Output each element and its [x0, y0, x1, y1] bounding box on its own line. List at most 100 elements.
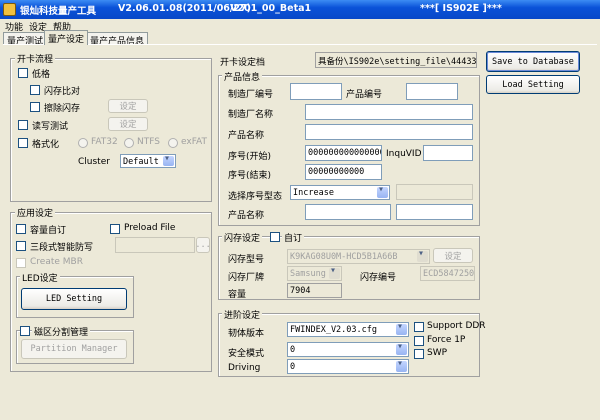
app-settings-title: 应用设定 — [15, 206, 56, 219]
chevron-down-icon — [417, 250, 428, 262]
support-ddr-label: Support DDR — [427, 321, 486, 331]
flash-settings-title: 闪存设定 — [222, 231, 263, 244]
ntfs-label: NTFS — [137, 137, 160, 147]
flash-type-select[interactable]: K9KAG08U0M-HCD5B1A66B — [287, 249, 430, 264]
force-1p-checkbox[interactable] — [414, 336, 424, 346]
product-name2-input[interactable] — [305, 204, 391, 220]
driving-select[interactable]: 0 — [287, 359, 409, 374]
auto-capacity-label: 容量自订 — [30, 226, 67, 236]
product-name2-extra-input[interactable] — [396, 204, 473, 220]
cluster-value: Default — [123, 157, 159, 167]
load-setting-button[interactable]: Load Setting — [486, 75, 580, 94]
save-to-database-button[interactable]: Save to Database — [486, 51, 580, 72]
cluster-label: Cluster — [78, 157, 110, 167]
low-format-label: 低格 — [32, 70, 51, 80]
chevron-down-icon — [329, 267, 340, 279]
flash-vendor-value: Samsung — [290, 269, 326, 279]
firmware-label: 韧体版本 — [228, 329, 265, 339]
serial-end-label: 序号(結束) — [228, 171, 272, 181]
inquvid-label: InquVID — [386, 149, 422, 159]
exfat-label: exFAT — [181, 137, 208, 147]
window-build: V201_00_Beta1 — [230, 3, 312, 14]
three-stage-label: 三段式智能防写 — [30, 243, 94, 253]
swp-label: SWP — [427, 348, 448, 358]
security-value: 0 — [290, 345, 296, 355]
low-format-checkbox[interactable] — [18, 68, 28, 78]
swp-checkbox[interactable] — [414, 349, 424, 359]
flash-custom-label: 自订 — [282, 231, 305, 244]
chevron-down-icon — [377, 186, 388, 198]
vendor-id-input[interactable] — [290, 83, 342, 100]
exfat-radio[interactable] — [168, 138, 178, 148]
serial-end-input[interactable]: 00000000000 — [305, 164, 382, 180]
product-id-input[interactable] — [406, 83, 458, 100]
rw-test-checkbox[interactable] — [18, 120, 28, 130]
flash-set-button[interactable]: 设定 — [433, 248, 473, 263]
create-mbr-checkbox[interactable] — [16, 258, 26, 268]
product-id-label: 产品编号 — [346, 90, 383, 100]
inquvid-input[interactable] — [423, 145, 473, 161]
partition-manager-button[interactable]: Partition Manager — [21, 339, 127, 359]
serial-type-label: 选择序号型态 — [228, 192, 283, 202]
product-name2-label: 产品名称 — [228, 211, 265, 221]
erase-flash-label: 擦除闪存 — [44, 104, 81, 114]
product-name-label: 产品名称 — [228, 131, 265, 141]
product-name-input[interactable] — [305, 124, 473, 140]
flash-custom-checkbox[interactable] — [270, 232, 280, 242]
browse-button[interactable]: ... — [195, 237, 211, 253]
firmware-select[interactable]: FWINDEX_V2.03.cfg — [287, 322, 409, 337]
support-ddr-checkbox[interactable] — [414, 322, 424, 332]
flash-compare-checkbox[interactable] — [30, 85, 40, 95]
serial-type-extra — [396, 184, 473, 200]
chevron-down-icon — [163, 155, 174, 166]
erase-settings-button[interactable]: 设定 — [108, 99, 148, 113]
format-label: 格式化 — [32, 140, 60, 150]
advanced-title: 进阶设定 — [222, 308, 263, 321]
firmware-value: FWINDEX_V2.03.cfg — [290, 325, 377, 335]
serial-start-label: 序号(开始) — [228, 152, 272, 162]
security-select[interactable]: 0 — [287, 342, 409, 357]
capacity-label: 容量 — [228, 290, 247, 300]
led-settings-title: LED设定 — [20, 271, 60, 284]
flash-compare-label: 闪存比对 — [44, 87, 81, 97]
chevron-down-icon — [396, 360, 407, 372]
create-mbr-label: Create MBR — [30, 257, 83, 267]
product-info-title: 产品信息 — [222, 70, 263, 83]
serial-type-select[interactable]: Increase — [290, 185, 390, 200]
three-stage-checkbox[interactable] — [16, 241, 26, 251]
flash-type-value: K9KAG08U0M-HCD5B1A66B — [290, 252, 398, 262]
flash-code-label: 闪存编号 — [360, 273, 397, 283]
window-title: 银灿科技量产工具 — [20, 6, 97, 17]
config-file-path: 具备份\IS902e\setting_file\444333.ini — [315, 52, 477, 68]
card-flow-title: 开卡流程 — [15, 52, 56, 65]
serial-start-input[interactable]: 0000000000000000 — [305, 145, 382, 161]
driving-value: 0 — [290, 362, 296, 372]
tab-divider — [3, 44, 597, 45]
force-1p-label: Force 1P — [427, 335, 466, 345]
chevron-down-icon — [396, 323, 407, 335]
partition-checkbox[interactable] — [20, 326, 30, 336]
fat32-label: FAT32 — [91, 137, 118, 147]
title-bar: 银灿科技量产工具 V2.06.01.08(2011/06/27) V201_00… — [0, 0, 600, 19]
erase-flash-checkbox[interactable] — [30, 102, 40, 112]
flash-vendor-select[interactable]: Samsung — [287, 266, 342, 281]
tab-mass-production-settings[interactable]: 量产设定 — [44, 30, 89, 45]
led-setting-button[interactable]: LED Setting — [21, 288, 127, 310]
capacity-value: 7904 — [287, 283, 342, 298]
rw-test-label: 读写测试 — [32, 122, 69, 132]
flash-type-label: 闪存型号 — [228, 255, 265, 265]
format-checkbox[interactable] — [18, 138, 28, 148]
preload-file-checkbox[interactable] — [110, 224, 120, 234]
preload-file-label: Preload File — [124, 223, 176, 233]
fat32-radio[interactable] — [78, 138, 88, 148]
rw-test-settings-button[interactable]: 设定 — [108, 117, 148, 131]
vendor-name-input[interactable] — [305, 104, 473, 120]
flash-code-input: ECD584725042 — [420, 266, 475, 281]
cluster-select[interactable]: Default — [120, 154, 176, 168]
preload-file-path[interactable] — [115, 237, 195, 253]
chevron-down-icon — [396, 343, 407, 355]
partition-title: 磁区分割管理 — [32, 325, 91, 338]
serial-type-value: Increase — [293, 188, 334, 198]
auto-capacity-checkbox[interactable] — [16, 224, 26, 234]
ntfs-radio[interactable] — [124, 138, 134, 148]
